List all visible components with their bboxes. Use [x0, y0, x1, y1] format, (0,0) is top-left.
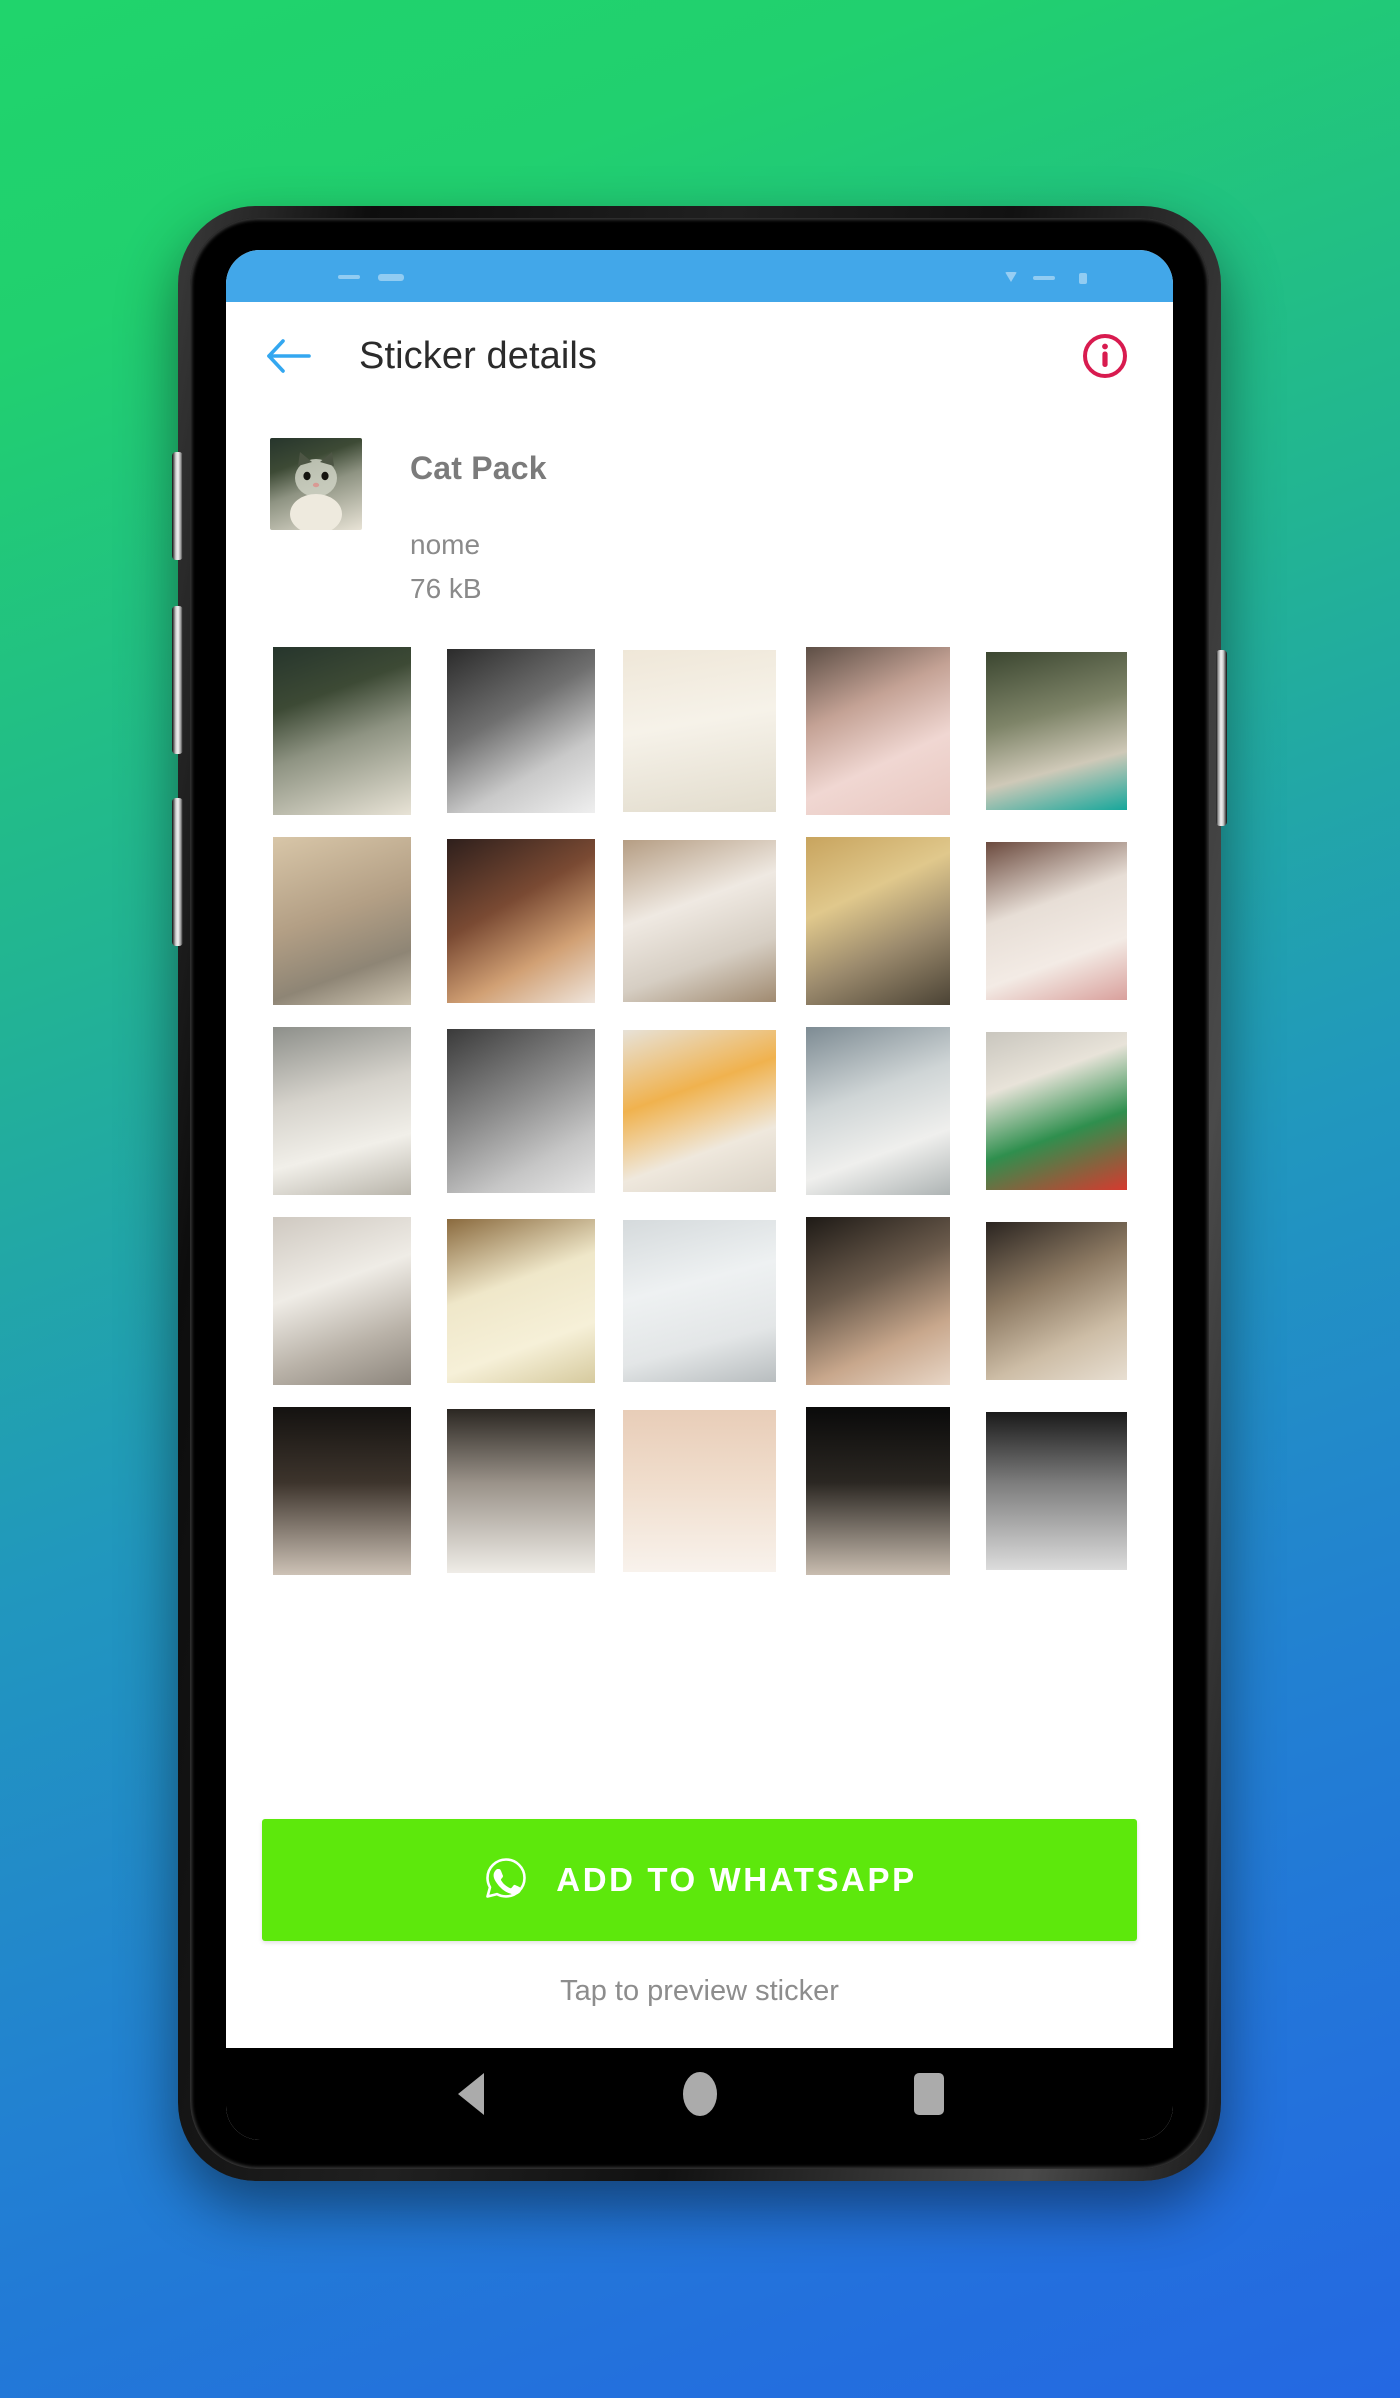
white-cat-sad-eyes — [623, 1220, 776, 1382]
assistant-button[interactable] — [1216, 650, 1227, 826]
cat-row5-partial-4 — [805, 1407, 951, 1575]
cat-with-microphone — [447, 838, 595, 1004]
sticker-item[interactable] — [798, 837, 959, 1005]
cat-row5-partial-1 — [273, 1407, 412, 1575]
sticker-item[interactable] — [798, 647, 959, 815]
signal-icon — [1033, 276, 1055, 280]
nav-home-circle-icon — [682, 2072, 717, 2116]
cat-licking-tongue-out — [986, 842, 1128, 1000]
sticker-item[interactable] — [976, 1027, 1137, 1195]
white-cat-thumbs-up — [623, 840, 776, 1002]
preview-hint-text: Tap to preview sticker — [560, 1975, 839, 2007]
cat-row5-partial-2 — [447, 1408, 595, 1574]
sticker-item[interactable] — [262, 1217, 423, 1385]
notification-glyph2-icon — [378, 274, 404, 281]
status-bar — [226, 250, 1173, 302]
volume-down-button[interactable] — [172, 606, 183, 754]
white-cat-staring — [805, 1027, 951, 1195]
android-navigation-bar — [226, 2048, 1173, 2140]
whatsapp-icon — [482, 1854, 530, 1907]
sticker-item[interactable] — [262, 647, 423, 815]
cat-row5-partial-5 — [986, 1412, 1128, 1570]
sticker-item[interactable] — [619, 837, 780, 1005]
phone-device-frame: Sticker details Cat Pack nome 76 kB ADD … — [172, 206, 1227, 2181]
gradient-background: Sticker details Cat Pack nome 76 kB ADD … — [0, 0, 1400, 2398]
kitten-teal-background — [986, 652, 1128, 810]
cat-wearing-hood — [273, 837, 412, 1005]
grey-white-cat-big-eyes — [273, 1027, 412, 1195]
info-icon[interactable] — [1077, 328, 1133, 384]
white-cat-teary-eyes — [623, 650, 776, 812]
nav-back-triangle-icon — [457, 2073, 484, 2115]
sticker-item[interactable] — [976, 647, 1137, 815]
sticker-item[interactable] — [619, 1027, 780, 1195]
page-title: Sticker details — [359, 334, 598, 377]
notification-glyph-icon — [338, 275, 360, 279]
app-bar: Sticker details — [226, 302, 1173, 410]
sticker-pack-publisher: nome — [410, 529, 481, 560]
cat-hugging-orange-toy — [623, 1030, 776, 1192]
cat-tray-icon[interactable] — [270, 438, 362, 530]
sticker-item[interactable] — [441, 1407, 602, 1575]
power-button[interactable] — [172, 798, 183, 946]
sticker-item[interactable] — [619, 647, 780, 815]
add-to-whatsapp-button[interactable]: ADD TO WHATSAPP — [262, 1819, 1137, 1941]
sticker-grid — [262, 647, 1137, 1575]
battery-icon — [1079, 273, 1087, 284]
sticker-item[interactable] — [262, 1407, 423, 1575]
sticker-item[interactable] — [976, 1407, 1137, 1575]
add-to-whatsapp-label: ADD TO WHATSAPP — [556, 1861, 917, 1898]
cat-wearing-cap — [273, 1217, 412, 1385]
sticker-item[interactable] — [262, 1027, 423, 1195]
sticker-item[interactable] — [441, 837, 602, 1005]
sticker-item[interactable] — [798, 1217, 959, 1385]
grey-cat-mouth-open — [447, 1028, 595, 1194]
sticker-pack-header: Cat Pack nome 76 kB — [226, 410, 1173, 605]
crying-cat-paws-face — [805, 647, 951, 815]
sticker-pack-name: Cat Pack — [410, 450, 547, 486]
sticker-item[interactable] — [976, 837, 1137, 1005]
sticker-item[interactable] — [441, 647, 602, 815]
two-kittens-cuddling — [986, 1222, 1128, 1380]
sticker-grid-scroll-area[interactable]: ADD TO WHATSAPP Tap to preview sticker — [226, 647, 1173, 2048]
cat-held-in-hands — [805, 1217, 951, 1385]
nav-home-button[interactable] — [670, 2064, 730, 2124]
sticker-pack-meta: Cat Pack nome 76 kB — [410, 438, 547, 605]
back-arrow-icon[interactable] — [262, 330, 314, 382]
sticker-item[interactable] — [441, 1027, 602, 1195]
nav-back-button[interactable] — [441, 2064, 501, 2124]
sticker-item[interactable] — [262, 837, 423, 1005]
sticker-item[interactable] — [976, 1217, 1137, 1385]
sticker-item[interactable] — [798, 1027, 959, 1195]
kitten-in-pringles-can — [986, 1032, 1128, 1190]
nav-recents-button[interactable] — [899, 2064, 959, 2124]
sticker-pack-size: 76 kB — [410, 573, 482, 604]
cream-cat-sitting — [447, 1218, 595, 1384]
volume-up-button[interactable] — [172, 452, 183, 560]
black-white-cat-gasp — [447, 648, 595, 814]
tabby-cat-on-blanket — [805, 837, 951, 1005]
sticker-item[interactable] — [441, 1217, 602, 1385]
phone-screen: Sticker details Cat Pack nome 76 kB ADD … — [226, 250, 1173, 2140]
sticker-item[interactable] — [798, 1407, 959, 1575]
cta-region: ADD TO WHATSAPP Tap to preview sticker — [226, 1819, 1173, 2048]
cat-row5-partial-3 — [623, 1410, 776, 1572]
nav-recents-square-icon — [913, 2073, 944, 2115]
sticker-item[interactable] — [619, 1217, 780, 1385]
wifi-icon — [1005, 272, 1017, 282]
grey-white-kitten-dark — [273, 647, 412, 815]
sticker-item[interactable] — [619, 1407, 780, 1575]
